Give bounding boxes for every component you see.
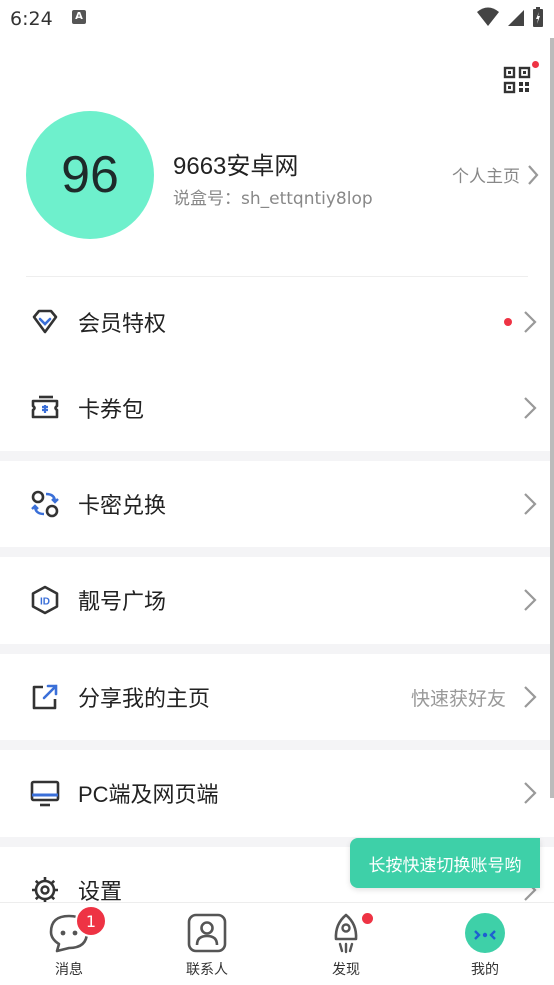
section-divider [0,451,554,461]
menu-label-pc: PC端及网页端 [78,782,219,807]
svg-text:ID: ID [40,597,50,608]
tab-contacts[interactable]: 联系人 [138,903,276,985]
menu-item-coupons[interactable]: 卡券包 [0,365,554,451]
discover-notification-dot [362,913,373,924]
chevron-right-icon [524,686,537,708]
ticket-icon [29,392,61,424]
section-divider [0,740,554,750]
menu-label-share: 分享我的主页 [78,686,211,711]
chevron-right-icon [524,397,537,419]
diamond-icon [29,306,61,338]
notification-a-icon: A [72,10,86,24]
tab-label-discover: 发现 [332,962,360,978]
chevron-right-icon [524,311,537,333]
section-divider [0,644,554,654]
homepage-link[interactable]: 个人主页 [452,162,540,187]
account-id: 说盒号：sh_ettqntiy8lop [173,189,373,209]
cell-signal-icon [508,10,524,26]
menu-label-vanity-id: 靓号广场 [78,589,167,614]
menu-label-redeem: 卡密兑换 [78,493,167,518]
menu-item-pc[interactable]: PC端及网页端 [0,750,554,836]
battery-icon [533,7,543,27]
menu-item-redeem[interactable]: 卡密兑换 [0,461,554,547]
monitor-icon [29,777,61,809]
share-icon [29,681,61,713]
menu-item-share[interactable]: 分享我的主页 快速获好友 [0,654,554,740]
qr-code-icon[interactable] [503,66,531,94]
tab-discover[interactable]: 发现 [277,903,415,985]
status-time: 6:24 [10,8,53,30]
membership-notification-dot [504,318,512,326]
tab-me[interactable]: 我的 [416,903,554,985]
qr-notification-dot [532,61,539,68]
share-hint: 快速获好友 [410,687,506,710]
wifi-icon [477,7,499,26]
chevron-right-icon [524,589,537,611]
chat-bubble-icon: 1 [47,905,107,955]
tab-label-me: 我的 [471,962,499,978]
exchange-icon [29,488,61,520]
section-divider [0,547,554,557]
chevron-right-icon [524,782,537,804]
contacts-icon [185,911,229,955]
menu-label-membership: 会员特权 [78,311,167,336]
avatar-text: 96 [61,146,119,204]
status-bar: 6:24 A [0,0,554,38]
menu-label-coupons: 卡券包 [78,397,145,422]
tab-messages[interactable]: 1 消息 [0,903,138,985]
switch-account-toast: 长按快速切换账号哟 [350,838,540,888]
chevron-right-icon [528,164,539,185]
tab-label-messages: 消息 [55,962,83,978]
menu-item-vanity-id[interactable]: ID 靓号广场 [0,557,554,643]
bottom-tab-bar: 1 消息 联系人 发现 我的 [0,902,554,985]
toast-text: 长按快速切换账号哟 [368,855,522,876]
tab-label-contacts: 联系人 [186,962,228,978]
profile-active-icon [463,911,507,955]
username: 9663安卓网 [173,153,299,180]
status-indicators [476,6,544,28]
unread-badge: 1 [75,905,107,937]
scrollbar[interactable] [550,38,554,798]
menu-item-membership[interactable]: 会员特权 [0,279,554,365]
divider [26,276,528,277]
id-badge-icon: ID [29,584,61,616]
homepage-label: 个人主页 [452,167,520,187]
rocket-icon [324,911,373,955]
avatar[interactable]: 96 [26,111,154,239]
chevron-right-icon [524,493,537,515]
